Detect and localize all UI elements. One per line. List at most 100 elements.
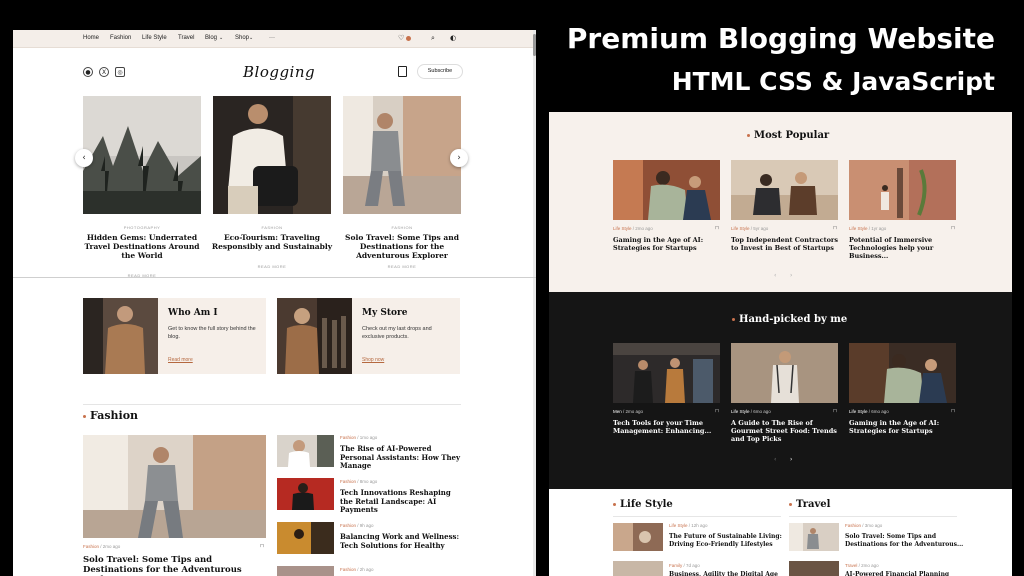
divider [789, 516, 957, 517]
post-title[interactable]: The Future of Sustainable Living: Drivin… [669, 533, 789, 548]
carousel-prev-button[interactable]: ‹ [774, 272, 776, 279]
section-heading-fashion: Fashion [83, 409, 138, 422]
bookmark-icon[interactable]: ⊓ [951, 408, 955, 414]
slide-read-more[interactable]: READ MORE [343, 264, 461, 269]
nav-fashion[interactable]: Fashion [110, 35, 131, 41]
section-divider [13, 277, 536, 278]
life-style-travel-section: Life Style Travel Life Style / 12h ago T… [549, 489, 1012, 576]
shop-now-link[interactable]: Shop now [362, 357, 384, 363]
post-meta: Life Style / 2mo ago [613, 226, 653, 231]
post-title[interactable]: Solo Travel: Some Tips and Destinations … [83, 555, 268, 576]
who-am-i-card[interactable]: Who Am I Get to know the full story behi… [83, 298, 266, 374]
post-meta: Men / 2mo ago [613, 409, 644, 414]
subscribe-button[interactable]: Subscribe [417, 64, 463, 79]
post-title[interactable]: AI-Powered Financial Planning [845, 571, 965, 576]
bookmark-icon[interactable]: ⊓ [715, 408, 719, 414]
bookmark-icon[interactable]: ⊓ [715, 225, 719, 231]
post-image[interactable] [849, 160, 956, 220]
post-title[interactable]: Top Independent Contractors to Invest in… [731, 236, 841, 252]
wishlist-count-badge [406, 36, 411, 41]
post-image[interactable] [731, 343, 838, 403]
section-divider [83, 404, 461, 405]
post-meta: Fashion / 3mo ago [845, 523, 883, 528]
card-description: Get to know the full story behind the bl… [168, 326, 256, 340]
search-icon[interactable]: ⌕ [431, 34, 435, 43]
card-title: Who Am I [168, 308, 218, 318]
slide-category: PHOTOGRAPHY [123, 225, 161, 230]
post-thumbnail[interactable] [613, 523, 663, 551]
read-more-link[interactable]: Read more [168, 357, 193, 363]
nav-more[interactable]: ··· [269, 35, 275, 41]
post-title[interactable]: Solo Travel: Some Tips and Destinations … [845, 533, 965, 548]
post-thumbnail[interactable] [789, 523, 839, 551]
post-title[interactable]: Tech Tools for your Time Management: Enh… [613, 419, 723, 435]
post-thumbnail[interactable] [277, 522, 334, 554]
post-title[interactable]: Tech Innovations Reshaping the Retail La… [340, 488, 462, 515]
post-title[interactable]: Gaming in the Age of AI: Strategies for … [613, 236, 723, 252]
headline-subtitle: HTML CSS & JavaScript [671, 67, 995, 96]
bookmark-icon[interactable]: ⊓ [833, 225, 837, 231]
post-thumbnail[interactable] [277, 435, 334, 467]
bookmark-icon[interactable]: ⊓ [951, 225, 955, 231]
dark-mode-icon[interactable]: ◐ [450, 34, 456, 42]
post-meta: Fashion / 1mo ago [340, 435, 378, 440]
site-logo[interactable]: Blogging [243, 63, 315, 81]
post-title[interactable]: Balancing Work and Wellness: Tech Soluti… [340, 532, 462, 550]
instagram-icon[interactable]: ◎ [115, 67, 125, 77]
post-image[interactable] [731, 160, 838, 220]
slider-image-man-sitting[interactable] [213, 96, 331, 214]
nav-shop[interactable]: Shop [235, 35, 249, 41]
post-image[interactable] [613, 160, 720, 220]
post-meta: Family / 7d ago [669, 563, 700, 568]
carousel-prev-button[interactable]: ‹ [774, 456, 776, 463]
slider-prev-button[interactable]: ‹ [75, 149, 93, 167]
who-am-i-photo [83, 298, 158, 374]
bookmark-icon[interactable]: ⊓ [833, 408, 837, 414]
shopping-bag-icon[interactable] [398, 66, 407, 77]
carousel-next-button[interactable]: › [790, 272, 792, 279]
slide-read-more[interactable]: READ MORE [213, 264, 331, 269]
slide-title[interactable]: Hidden Gems: Underrated Travel Destinati… [77, 233, 207, 260]
post-title[interactable]: Gaming in the Age of AI: Strategies for … [849, 419, 959, 435]
post-meta: Life Style / 6mo ago [731, 409, 771, 414]
post-title[interactable]: Potential of Immersive Technologies help… [849, 236, 959, 260]
post-meta: Fashion / 2h ago [340, 567, 374, 572]
x-icon[interactable]: X [99, 67, 109, 77]
nav-home[interactable]: Home [83, 35, 99, 41]
post-thumbnail[interactable] [277, 478, 334, 510]
post-image[interactable] [613, 343, 720, 403]
fashion-main-image[interactable] [83, 435, 266, 538]
post-title[interactable]: The Rise of AI-Powered Personal Assistan… [340, 444, 462, 471]
slide-title[interactable]: Solo Travel: Some Tips and Destinations … [337, 233, 467, 260]
slide-title[interactable]: Eco-Tourism: Traveling Responsibly and S… [207, 233, 337, 251]
slider-image-man-steps[interactable] [343, 96, 461, 214]
card-title: My Store [362, 308, 408, 318]
nav-travel[interactable]: Travel [178, 35, 194, 41]
carousel-next-button[interactable]: › [790, 456, 792, 463]
post-thumbnail[interactable] [277, 566, 334, 576]
slider-next-button[interactable]: › [450, 149, 468, 167]
nav-blog[interactable]: Blog [205, 35, 217, 41]
slide-category: FASHION [261, 225, 283, 230]
nav-life-style[interactable]: Life Style [142, 35, 167, 41]
chevron-down-icon: ⌄ [219, 35, 224, 41]
post-title[interactable]: Business, Agility the Digital Age [669, 571, 789, 576]
section-heading-travel: Travel [789, 499, 830, 510]
post-title[interactable]: A Guide to The Rise of Gourmet Street Fo… [731, 419, 841, 443]
heart-icon[interactable]: ♡ [398, 34, 404, 42]
post-image[interactable] [849, 343, 956, 403]
slider-image-forest[interactable] [83, 96, 201, 214]
post-thumbnail[interactable] [789, 561, 839, 576]
headline-title: Premium Blogging Website [566, 22, 995, 55]
scrollbar[interactable] [533, 30, 536, 576]
my-store-card[interactable]: My Store Check out my last drops and exc… [277, 298, 460, 374]
most-popular-section: Most Popular Life Style / 2mo ago ⊓ Gami… [549, 112, 1012, 292]
post-meta: Fashion / 2mo ago [83, 544, 121, 549]
post-meta: Life Style / 5yr ago [731, 226, 769, 231]
divider [613, 516, 781, 517]
my-store-photo [277, 298, 352, 374]
github-icon[interactable]: ● [83, 67, 93, 77]
bookmark-icon[interactable]: ⊓ [260, 543, 264, 549]
post-thumbnail[interactable] [613, 561, 663, 576]
post-meta: Travel / 2mo ago [845, 563, 879, 568]
